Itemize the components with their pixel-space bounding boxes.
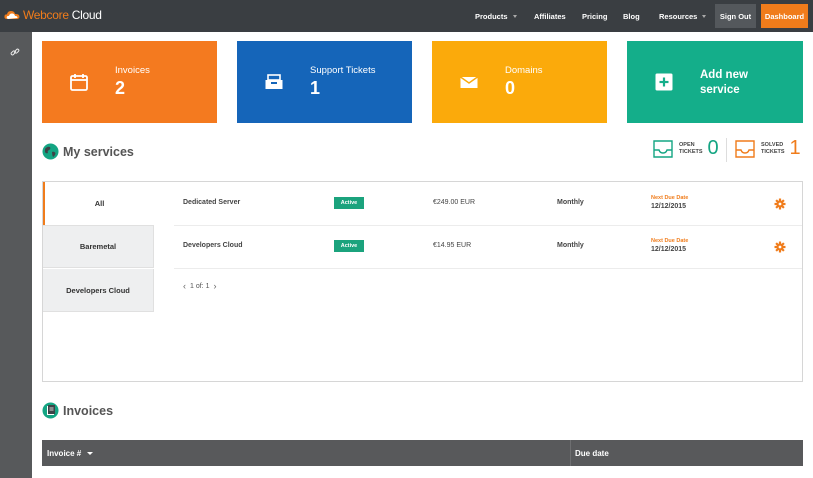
service-name[interactable]: Developers Cloud — [183, 242, 243, 249]
open-tickets-counter[interactable]: OPEN TICKETS 0 — [652, 137, 719, 160]
add-new-service-tile[interactable]: Add new service — [627, 41, 803, 123]
chevron-down-icon — [702, 14, 707, 18]
service-price: €14.95 EUR — [433, 242, 472, 249]
domains-tile-label: Domains — [505, 65, 543, 76]
nav-pricing[interactable]: Pricing — [582, 0, 607, 32]
category-tab-baremetal[interactable]: Baremetal — [43, 225, 154, 268]
chevron-left-icon[interactable]: ‹ — [183, 281, 186, 291]
chevron-right-icon[interactable]: › — [213, 281, 216, 291]
nav-resources-label: Resources — [659, 11, 698, 21]
billing-cycle: Monthly — [557, 199, 584, 206]
plus-icon — [654, 72, 674, 92]
invoice-document-icon — [42, 402, 59, 419]
open-tickets-count: 0 — [707, 137, 719, 159]
service-price: €249.00 EUR — [433, 199, 476, 206]
invoices-table-header: Invoice # Due date — [42, 440, 803, 466]
sort-caret-icon[interactable] — [87, 451, 94, 455]
solved-tickets-counter[interactable]: SOLVED TICKETS 1 — [734, 137, 801, 160]
invoices-title: Invoices — [63, 403, 114, 418]
next-due-label: Next Due Date — [651, 195, 689, 201]
nav-blog[interactable]: Blog — [623, 0, 640, 32]
tickets-divider — [726, 138, 727, 162]
row-divider — [174, 268, 802, 269]
domains-tile[interactable]: Domains 0 — [432, 41, 607, 123]
gear-icon[interactable] — [774, 240, 786, 253]
row-divider — [174, 225, 802, 226]
sign-out-button[interactable]: Sign Out — [715, 4, 756, 28]
category-tab-developers-cloud[interactable]: Developers Cloud — [43, 269, 154, 312]
calendar-icon — [69, 72, 89, 92]
solved-tickets-count: 1 — [789, 137, 801, 159]
service-name[interactable]: Dedicated Server — [183, 199, 240, 206]
nav-affiliates[interactable]: Affiliates — [534, 0, 566, 32]
support-tickets-tile-count: 1 — [310, 78, 321, 98]
open-tickets-tray-icon — [652, 139, 674, 159]
my-services-heading: My services — [42, 143, 134, 160]
open-tickets-label-line1: OPEN — [679, 141, 695, 148]
inbox-icon — [264, 72, 284, 92]
nav-affiliates-label: Affiliates — [534, 11, 566, 21]
next-due-date: 12/12/2015 — [651, 246, 687, 253]
billing-cycle: Monthly — [557, 242, 584, 249]
gear-icon[interactable] — [774, 197, 786, 210]
envelope-icon — [459, 72, 479, 92]
nav-blog-label: Blog — [623, 11, 640, 21]
logo[interactable]: Webcore Cloud — [4, 8, 102, 22]
support-tickets-tile[interactable]: Support Tickets 1 — [237, 41, 412, 123]
services-panel: All Baremetal Developers Cloud Dedicated… — [42, 181, 803, 382]
column-header-due-date[interactable]: Due date — [575, 440, 609, 466]
column-header-invoice-number[interactable]: Invoice # — [47, 440, 94, 466]
invoices-heading: Invoices — [42, 402, 113, 419]
invoices-tile-count: 2 — [115, 78, 126, 98]
status-badge: Active — [334, 240, 364, 252]
open-tickets-label-line2: TICKETS — [679, 148, 703, 155]
domains-tile-count: 0 — [505, 78, 516, 98]
left-sidebar — [0, 32, 32, 478]
globe-icon — [42, 143, 59, 160]
chevron-down-icon — [512, 14, 517, 18]
top-navbar: Webcore Cloud Products Affiliates Pricin… — [0, 0, 813, 32]
next-due-label: Next Due Date — [651, 238, 689, 244]
logo-suffix: Cloud — [68, 8, 102, 22]
column-header-invoice-number-label: Invoice # — [47, 448, 82, 458]
logo-brand: Webcore — [23, 8, 69, 22]
add-new-service-label-line2: service — [700, 84, 740, 96]
nav-products[interactable]: Products — [475, 0, 517, 32]
link-icon[interactable] — [10, 44, 20, 56]
solved-tickets-label-line2: TICKETS — [761, 148, 785, 155]
my-services-title: My services — [63, 144, 134, 159]
dashboard-button[interactable]: Dashboard — [761, 4, 808, 28]
cloud-logo-icon — [4, 10, 20, 20]
nav-resources[interactable]: Resources — [659, 0, 707, 32]
nav-products-label: Products — [475, 11, 508, 21]
column-divider — [570, 440, 571, 466]
support-tickets-tile-label: Support Tickets — [310, 65, 376, 76]
add-new-service-label-line1: Add new — [700, 69, 748, 81]
solved-tickets-label-line1: SOLVED — [761, 141, 784, 148]
invoices-tile[interactable]: Invoices 2 — [42, 41, 217, 123]
pagination-text: 1 of: 1 — [190, 282, 210, 290]
status-badge: Active — [334, 197, 364, 209]
invoices-tile-label: Invoices — [115, 65, 150, 76]
pagination: ‹ 1 of: 1 › — [183, 281, 216, 291]
next-due-date: 12/12/2015 — [651, 203, 687, 210]
category-tab-all[interactable]: All — [43, 182, 154, 225]
solved-tickets-tray-icon — [734, 139, 756, 159]
nav-pricing-label: Pricing — [582, 11, 608, 21]
